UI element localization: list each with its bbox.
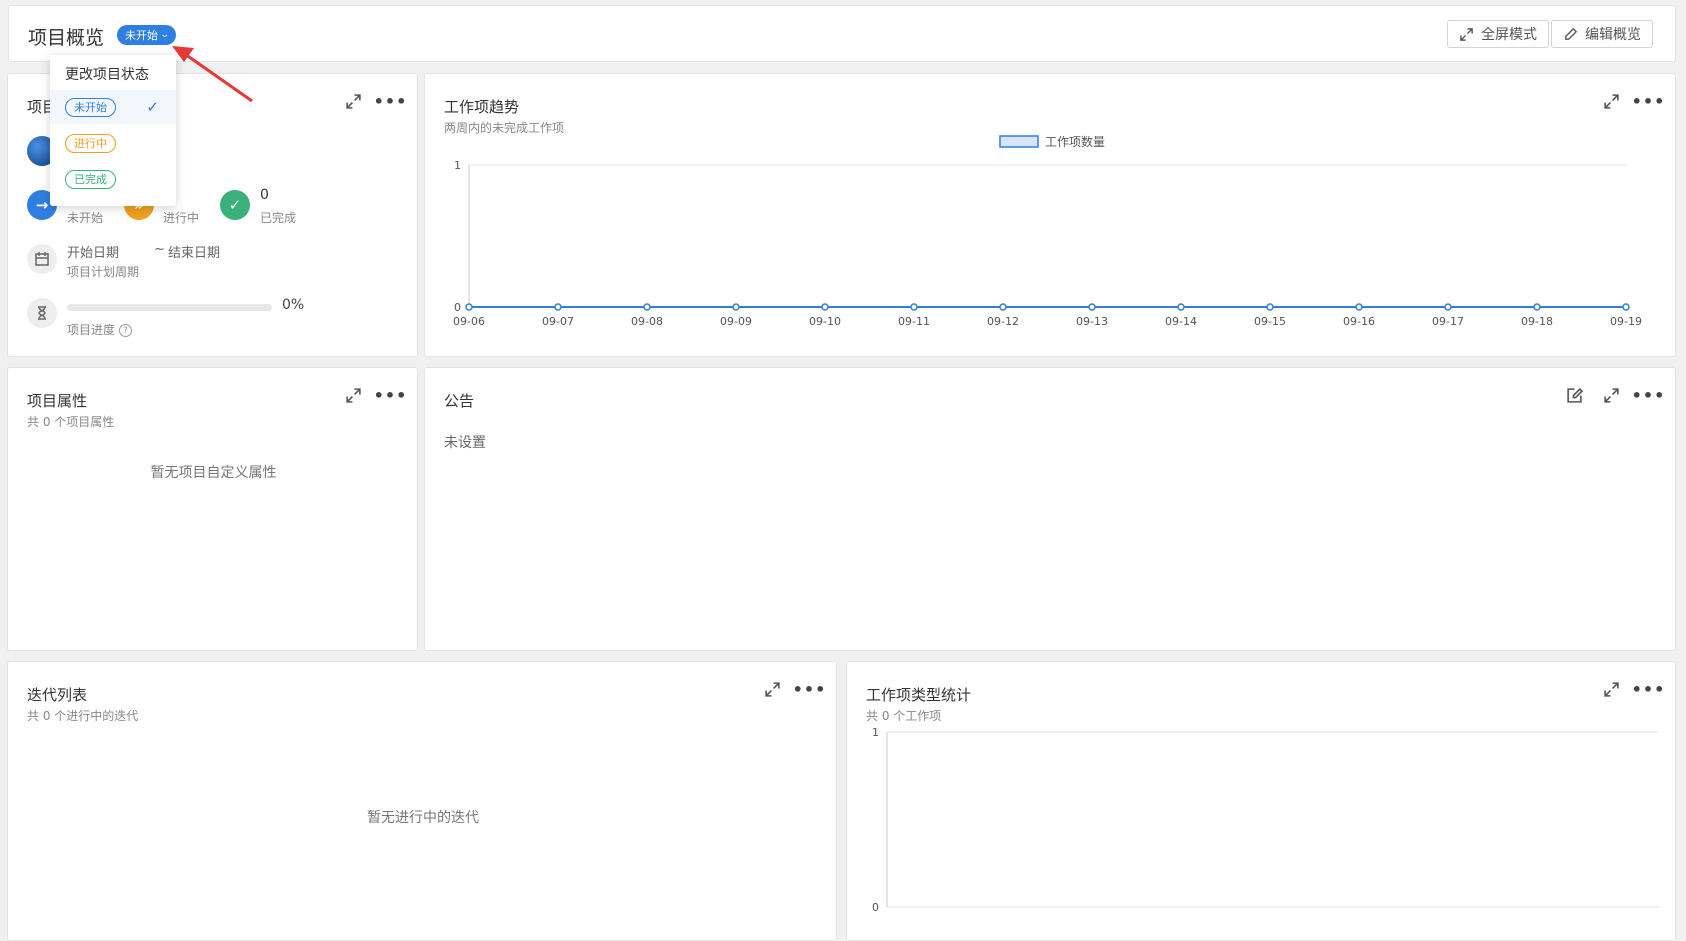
- status-label: 未开始: [125, 29, 158, 42]
- stat-label: 未开始: [67, 211, 104, 225]
- progress-label-wrap: 项目进度?: [67, 321, 133, 338]
- progress-label: 项目进度: [67, 323, 116, 337]
- fullscreen-button[interactable]: 全屏模式: [1447, 20, 1549, 48]
- card-title: 公告: [444, 392, 475, 410]
- status-tag: 未开始: [65, 98, 116, 117]
- notice-card: 公告 ••• 未设置: [424, 367, 1676, 651]
- chevron-down-icon: ⌄: [159, 30, 170, 40]
- status-tag: 已完成: [65, 170, 116, 189]
- trend-card: 工作项趋势 两周内的未完成工作项 ••• 工作项数量 0 1 09-06 09-07 09…: [424, 73, 1676, 357]
- x-tick-label: 09-11: [898, 315, 930, 328]
- notice-content: 未设置: [444, 435, 486, 451]
- expand-icon[interactable]: [345, 387, 362, 404]
- empty-message: 暂无进行中的迭代: [367, 810, 479, 826]
- x-tick-label: 09-09: [720, 315, 752, 328]
- more-icon[interactable]: •••: [374, 93, 407, 110]
- x-tick-label: 09-08: [631, 315, 663, 328]
- card-subtitle: 共 0 个项目属性: [27, 415, 115, 429]
- fullscreen-label: 全屏模式: [1481, 27, 1537, 43]
- period-label: 项目计划周期: [67, 265, 140, 279]
- y-tick-label: 0: [872, 901, 879, 914]
- trend-chart: 工作项数量 0 1 09-06 09-07 09-08 09-09 09-10 09-11 09-…: [453, 134, 1642, 328]
- data-point: [1177, 303, 1185, 311]
- attributes-card: 项目属性 共 0 个项目属性 ••• 暂无项目自定义属性: [7, 367, 418, 651]
- x-tick-label: 09-15: [1254, 315, 1286, 328]
- x-tick-label: 09-18: [1521, 315, 1553, 328]
- x-tick-label: 09-14: [1165, 315, 1197, 328]
- x-tick-label: 09-07: [542, 315, 574, 328]
- y-tick-label: 1: [454, 159, 461, 172]
- data-point: [999, 303, 1007, 311]
- more-icon[interactable]: •••: [1632, 387, 1665, 404]
- type-chart: 01: [872, 726, 1659, 914]
- card-title: 迭代列表: [27, 686, 88, 704]
- status-option-not-started[interactable]: 未开始 ✓: [50, 90, 176, 124]
- status-dropdown-button[interactable]: 未开始 ⌄: [117, 25, 176, 45]
- annotation-arrow-icon: [172, 46, 253, 103]
- check-icon: ✓: [146, 98, 159, 116]
- data-point: [910, 303, 918, 311]
- check-icon: ✓: [220, 190, 250, 220]
- date-separator: ~: [154, 242, 165, 257]
- x-tick-label: 09-06: [453, 315, 485, 328]
- help-icon[interactable]: ?: [119, 324, 133, 337]
- status-option-in-progress[interactable]: 进行中: [50, 126, 176, 160]
- status-option-completed[interactable]: 已完成: [50, 162, 176, 196]
- data-point: [465, 303, 473, 311]
- end-date[interactable]: 结束日期: [168, 242, 220, 261]
- data-point: [821, 303, 829, 311]
- status-menu-title: 更改项目状态: [65, 67, 149, 83]
- progress-bar: [67, 304, 272, 311]
- hourglass-icon: [27, 298, 57, 328]
- edit-icon[interactable]: [1566, 387, 1583, 404]
- status-menu: 更改项目状态 未开始 ✓ 进行中 已完成: [50, 55, 176, 206]
- data-point: [1088, 303, 1096, 311]
- stat-label: 进行中: [163, 211, 200, 225]
- data-point: [554, 303, 562, 311]
- empty-message: 暂无项目自定义属性: [150, 465, 277, 481]
- data-point: [1533, 303, 1541, 311]
- x-tick-label: 09-10: [809, 315, 841, 328]
- data-point: [1266, 303, 1274, 311]
- y-tick-label: 0: [454, 301, 461, 314]
- legend-label: 工作项数量: [1045, 134, 1105, 149]
- status-tag: 进行中: [65, 134, 116, 153]
- calendar-icon: [27, 244, 57, 274]
- page-title: 项目概览: [28, 27, 105, 49]
- edit-overview-button[interactable]: 编辑概览: [1551, 20, 1653, 48]
- stat-value: 0: [260, 187, 269, 203]
- data-point: [643, 303, 651, 311]
- card-subtitle: 共 0 个进行中的迭代: [27, 709, 139, 723]
- more-icon[interactable]: •••: [793, 681, 826, 698]
- iteration-card: 迭代列表 共 0 个进行中的迭代 ••• 暂无进行中的迭代: [7, 661, 837, 941]
- y-tick-label: 1: [872, 726, 879, 739]
- x-tick-label: 09-12: [987, 315, 1019, 328]
- stat-label: 已完成: [260, 211, 297, 225]
- type-stats-card: 工作项类型统计 共 0 个工作项 ••• 01: [846, 661, 1676, 941]
- edit-overview-label: 编辑概览: [1585, 27, 1641, 43]
- data-point: [1622, 303, 1630, 311]
- data-point: [1355, 303, 1363, 311]
- expand-icon[interactable]: [1603, 387, 1620, 404]
- data-point: [732, 303, 740, 311]
- expand-icon: [1460, 27, 1473, 41]
- x-tick-label: 09-19: [1610, 315, 1642, 328]
- x-tick-label: 09-17: [1432, 315, 1464, 328]
- start-date[interactable]: 开始日期: [67, 242, 119, 261]
- legend-swatch: [999, 135, 1039, 148]
- data-point: [1444, 303, 1452, 311]
- expand-icon[interactable]: [345, 93, 362, 110]
- x-tick-label: 09-16: [1343, 315, 1375, 328]
- progress-percent: 0%: [282, 297, 305, 313]
- card-title: 项目属性: [27, 392, 88, 410]
- more-icon[interactable]: •••: [374, 387, 407, 404]
- expand-icon[interactable]: [764, 681, 781, 698]
- x-tick-label: 09-13: [1076, 315, 1108, 328]
- pencil-icon: [1565, 27, 1578, 40]
